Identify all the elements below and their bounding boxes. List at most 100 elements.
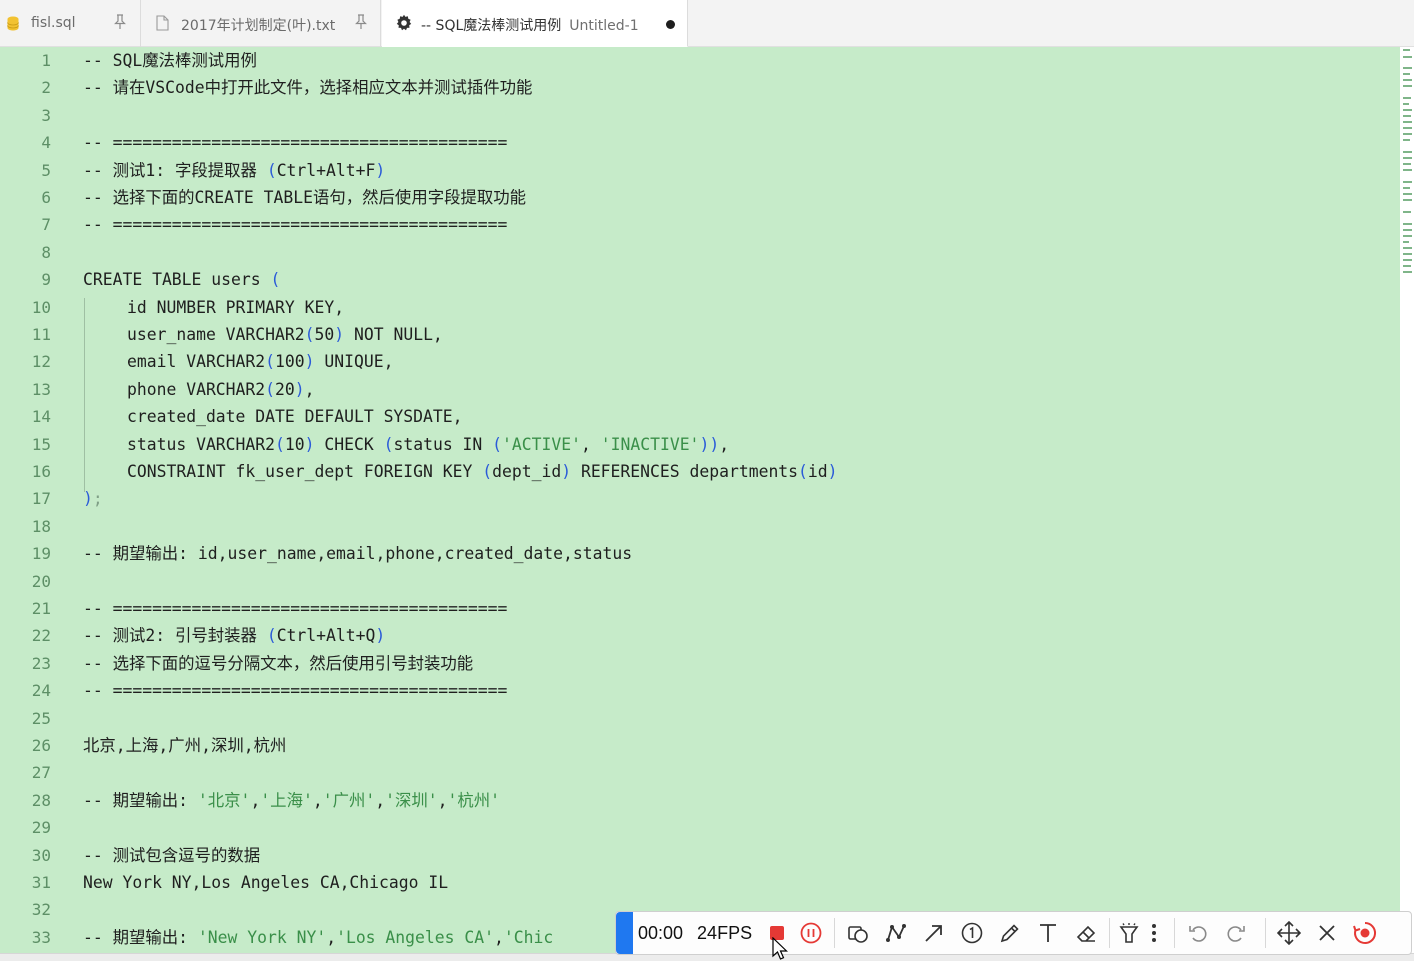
- code-line: -- =====================================…: [83, 215, 508, 235]
- text-tool-button[interactable]: [1029, 912, 1067, 954]
- more-options-button[interactable]: [1144, 912, 1164, 954]
- line-number: 28: [31, 790, 51, 810]
- code-line: -- 测试1: 字段提取器 (Ctrl+Alt+F): [83, 160, 386, 180]
- code-line: id NUMBER PRIMARY KEY,: [127, 297, 345, 317]
- close-icon: [1317, 923, 1337, 943]
- move-icon: [1277, 921, 1302, 945]
- line-number: 24: [31, 681, 51, 701]
- code-line: user_name VARCHAR2(50) NOT NULL,: [127, 325, 443, 344]
- line-number: 8: [41, 242, 51, 262]
- line-number: 30: [31, 845, 51, 865]
- code-line: 北京,上海,广州,深圳,杭州: [83, 736, 287, 755]
- line-number: 33: [31, 927, 51, 947]
- number-marker-button[interactable]: [953, 912, 991, 954]
- text-icon: [1037, 922, 1059, 944]
- arrow-icon: [923, 922, 945, 944]
- code-line: email VARCHAR2(100) UNIQUE,: [127, 352, 394, 372]
- close-toolbar-button[interactable]: [1308, 912, 1346, 954]
- code-line: -- SQL魔法棒测试用例: [83, 51, 257, 70]
- line-number: 7: [41, 215, 51, 235]
- line-number: 23: [31, 653, 51, 673]
- line-number: 26: [31, 736, 51, 755]
- code-line: );: [83, 489, 103, 509]
- line-number: 12: [31, 352, 51, 372]
- gear-icon: [395, 14, 413, 36]
- pin-icon[interactable]: [113, 14, 127, 34]
- eraser-tool-button[interactable]: [1067, 912, 1105, 954]
- code-line: -- 测试包含逗号的数据: [83, 845, 261, 865]
- minimap[interactable]: [1400, 47, 1414, 953]
- pause-icon: [800, 922, 822, 944]
- record-icon: [1353, 921, 1377, 945]
- code-line: CREATE TABLE users (: [83, 270, 281, 290]
- code-line: -- =====================================…: [83, 133, 508, 153]
- code-line: -- =====================================…: [83, 681, 508, 701]
- redo-icon: [1225, 922, 1247, 944]
- tab-description: Untitled-1: [569, 18, 639, 34]
- line-number: 19: [31, 544, 51, 564]
- file-icon: [156, 15, 169, 35]
- tab-fisl-sql[interactable]: fisl.sql: [0, 0, 141, 47]
- eraser-icon: [1075, 922, 1097, 944]
- spotlight-tool-button[interactable]: [1114, 912, 1144, 954]
- code-editor[interactable]: 1 -- SQL魔法棒测试用例 2 -- 请在VSCode中打开此文件，选择相应文本…: [0, 47, 1400, 953]
- polyline-icon: [885, 922, 907, 944]
- shape-icon: [847, 922, 869, 944]
- code-line: -- 选择下面的逗号分隔文本，然后使用引号封装功能: [83, 653, 474, 673]
- spotlight-icon: [1118, 922, 1140, 944]
- code-line: -- 选择下面的CREATE TABLE语句，然后使用字段提取功能: [83, 188, 527, 207]
- line-number: 31: [31, 873, 51, 892]
- fps-indicator: 24FPS: [697, 922, 753, 943]
- tab-plan-txt[interactable]: 2017年计划制定(叶).txt: [141, 0, 381, 47]
- code-line: -- 请在VSCode中打开此文件，选择相应文本并测试插件功能: [83, 78, 533, 98]
- tab-label: 2017年计划制定(叶).txt: [181, 18, 336, 34]
- code-line: -- 期望输出: '北京','上海','广州','深圳','杭州': [83, 790, 501, 810]
- line-number: 29: [31, 818, 51, 838]
- record-button[interactable]: [1346, 912, 1384, 954]
- line-number: 25: [31, 708, 51, 728]
- drag-handle[interactable]: [616, 912, 633, 954]
- move-toolbar-button[interactable]: [1270, 912, 1308, 954]
- code-line: -- 测试2: 引号封装器 (Ctrl+Alt+Q): [83, 626, 386, 646]
- pin-icon[interactable]: [354, 14, 368, 34]
- pen-icon: [999, 922, 1021, 944]
- line-number: 9: [41, 270, 51, 290]
- line-number: 11: [31, 325, 51, 344]
- screen-recorder-toolbar: 00:00 24FPS: [615, 911, 1412, 955]
- code-line: phone VARCHAR2(20),: [127, 379, 315, 399]
- code-line: -- 期望输出: id,user_name,email,phone,create…: [83, 544, 633, 564]
- tab-bar: fisl.sql 2017年计划制定(叶).txt -- SQL魔法棒测试用例 U…: [0, 0, 1414, 47]
- tab-sql-test-untitled[interactable]: -- SQL魔法棒测试用例 Untitled-1: [382, 0, 688, 47]
- polyline-tool-button[interactable]: [877, 912, 915, 954]
- code-line: status VARCHAR2(10) CHECK (status IN ('A…: [127, 434, 730, 454]
- line-number: 2: [41, 78, 51, 98]
- database-icon: [7, 16, 19, 35]
- line-number: 10: [31, 297, 51, 317]
- line-number: 17: [31, 489, 51, 509]
- more-icon: [1151, 922, 1157, 944]
- pen-tool-button[interactable]: [991, 912, 1029, 954]
- line-number: 16: [31, 462, 51, 481]
- pause-button[interactable]: [792, 912, 830, 954]
- line-number: 22: [31, 626, 51, 646]
- code-line: created_date DATE DEFAULT SYSDATE,: [127, 407, 463, 427]
- line-number: 21: [31, 599, 51, 618]
- arrow-tool-button[interactable]: [915, 912, 953, 954]
- line-number: 1: [41, 51, 51, 70]
- line-number: 3: [41, 105, 51, 125]
- unsaved-dot-icon[interactable]: [666, 20, 675, 29]
- line-number: 15: [31, 434, 51, 454]
- recording-timer: 00:00: [638, 922, 684, 943]
- line-number: 20: [31, 571, 51, 591]
- code-line: -- =====================================…: [83, 599, 508, 618]
- undo-button[interactable]: [1179, 912, 1217, 954]
- line-number: 27: [31, 763, 51, 783]
- line-number: 4: [41, 133, 51, 153]
- shape-tool-button[interactable]: [839, 912, 877, 954]
- line-number: 32: [31, 900, 51, 920]
- line-number: 13: [31, 379, 51, 399]
- line-number: 14: [31, 407, 51, 427]
- tab-label: fisl.sql: [31, 15, 76, 31]
- tab-label: -- SQL魔法棒测试用例: [421, 18, 562, 34]
- redo-button[interactable]: [1217, 912, 1255, 954]
